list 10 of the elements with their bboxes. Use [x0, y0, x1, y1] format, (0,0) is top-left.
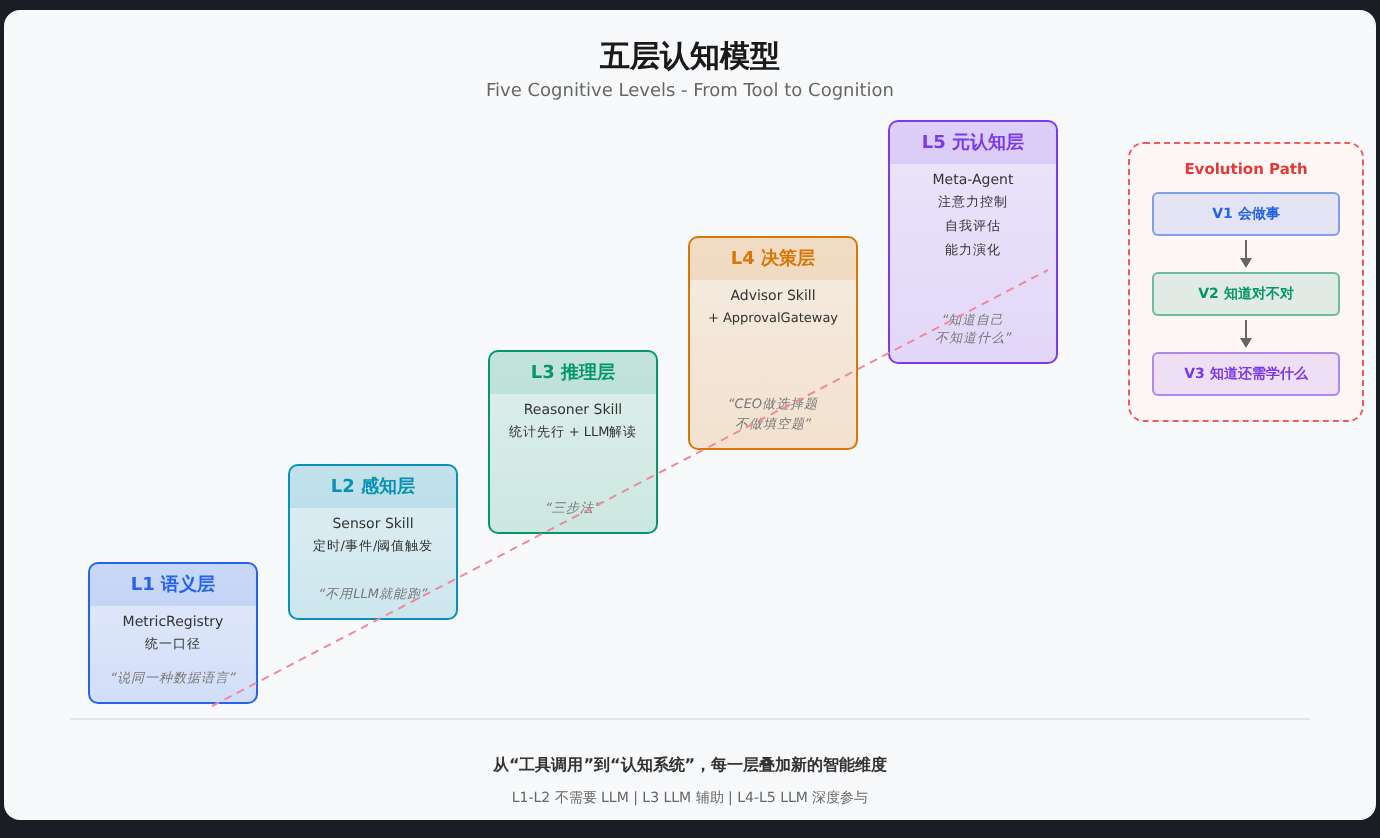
level-title: L3 推理层: [490, 352, 656, 394]
level-title: L1 语义层: [90, 564, 256, 607]
down-arrow-icon: [1240, 320, 1252, 348]
diagram-title: 五层认知模型: [600, 38, 780, 76]
footer-headline: 从“工具调用”到“认知系统”，每一层叠加新的智能维度: [492, 754, 888, 776]
diagram-subtitle: Five Cognitive Levels - From Tool to Cognition: [486, 82, 894, 102]
level-title: L2 感知层: [290, 465, 456, 507]
level-title: L4 决策层: [690, 237, 856, 279]
level-title: L5 元认知层: [890, 122, 1056, 164]
down-arrow-icon: [1240, 240, 1252, 268]
